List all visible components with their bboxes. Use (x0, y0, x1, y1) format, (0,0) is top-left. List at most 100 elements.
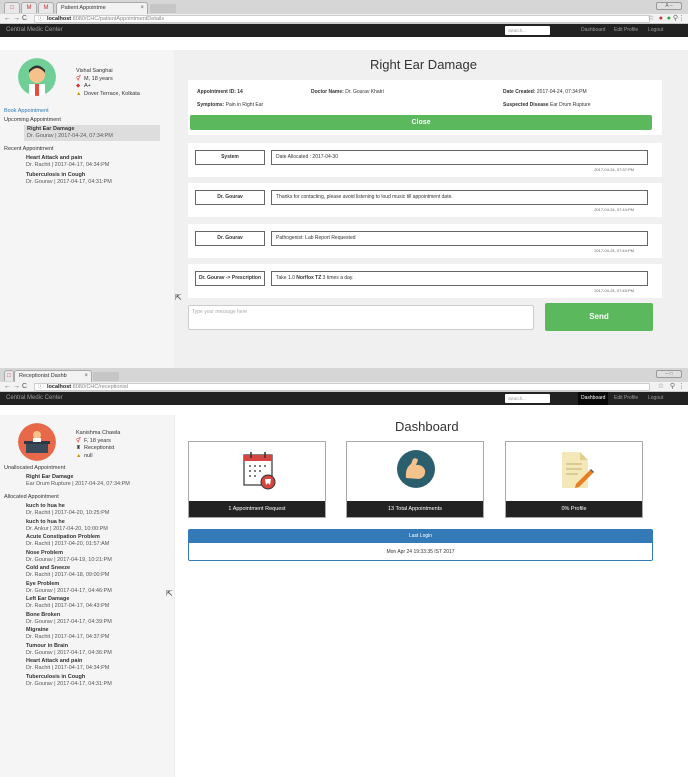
search-input[interactable]: Search... (505, 394, 550, 403)
star-icon[interactable]: ☆ (648, 14, 654, 24)
nav-edit-profile[interactable]: Edit Profile (614, 24, 638, 37)
appointment-sub: Dr. Gourav | 2017-04-17, 04:46:PM (26, 587, 112, 594)
nav-edit-profile[interactable]: Edit Profile (614, 392, 638, 405)
recent-appointment-item[interactable]: Tuberculosis in Cough Dr. Gourav | 2017-… (26, 172, 112, 186)
message-row: Dr. Gourav Pathogenist: Lab Report Reque… (188, 224, 662, 258)
allocated-appointment-item[interactable]: kuch to hua he Dr. Rachit | 2017-04-20, 1… (26, 503, 109, 517)
reload-icon[interactable]: C (22, 382, 27, 392)
send-button[interactable]: Send (545, 303, 653, 331)
browser-tab-active[interactable]: Patient Appointme × (56, 2, 148, 14)
suspected-disease: Ear Drum Rupture (549, 102, 591, 108)
book-appointment-link[interactable]: Book Appointment (4, 108, 49, 114)
back-icon[interactable]: ← (4, 382, 11, 392)
symptoms: Pain in Right Ear (225, 102, 264, 108)
message-sender: System (195, 150, 265, 165)
browser-tab-active[interactable]: Receptionist Dashb × (14, 370, 92, 382)
doctor-name: Dr. Gourav Khatri (345, 89, 384, 95)
menu-icon[interactable]: ⋮ (678, 382, 685, 392)
window-controls[interactable]: A – (656, 2, 682, 10)
total-appointments-card[interactable]: 13 Total Appointments (346, 441, 484, 518)
recent-appointment-item[interactable]: Heart Attack and pain Dr. Rachit | 2017-… (26, 155, 109, 169)
message-text: Pathogenist: Lab Report Requested (271, 231, 648, 246)
profile-role: Receptionist (84, 445, 115, 451)
brand[interactable]: Central Medic Center (6, 24, 63, 37)
appointment-title: Cold and Sneeze (26, 565, 71, 571)
profile-completion-card[interactable]: 0% Profile (505, 441, 643, 518)
forward-icon[interactable]: → (13, 382, 20, 392)
home-icon: ▲ (76, 90, 82, 97)
allocated-appointment-item[interactable]: Left Ear Damage Dr. Rachit | 2017-04-17, … (26, 596, 109, 610)
message-time: 2017-04-24, 07:44:PM (594, 207, 634, 212)
allocated-appointment-item[interactable]: Cold and Sneeze Dr. Rachit | 2017-04-18, … (26, 565, 109, 579)
message-text: Date Allocated : 2017-04-30 (271, 150, 648, 165)
appointment-sub: Dr. Rachit | 2017-04-20, 01:57:AM (26, 541, 110, 547)
allocated-appointment-item[interactable]: Nose Problem Dr. Gourav | 2017-04-19, 10:… (26, 550, 112, 564)
nav-logout[interactable]: Logout (648, 392, 663, 405)
gmail-tab[interactable]: M (21, 2, 37, 13)
appointment-title: kuch to hua he (26, 518, 65, 525)
gender-icon: ⚥ (76, 437, 81, 444)
pinned-tab[interactable]: □ (4, 370, 14, 381)
doctor-avatar (18, 58, 56, 96)
window-controls[interactable]: – □ (656, 370, 682, 378)
menu-icon[interactable]: ⋮ (678, 14, 685, 24)
new-tab-button[interactable] (93, 372, 119, 381)
receptionist-avatar (18, 423, 56, 461)
app-navbar: Central Medic Center Search... Dashboard… (0, 24, 688, 37)
url-input[interactable]: ⓘ localhost:8080/CHC/patientAppointmentD… (34, 15, 650, 23)
message-text: Take 1.0 Norflox TZ 3 times a day. (271, 271, 648, 286)
profile-info: Vishal Sanghai ⚥ M, 18 years ◆ A+ ▲ Dover T… (76, 68, 140, 98)
brand[interactable]: Central Medic Center (6, 392, 63, 405)
appointment-id-label: Appointment ID: (197, 89, 236, 95)
extension-icon[interactable]: ● (659, 14, 663, 24)
forward-icon[interactable]: → (13, 14, 20, 24)
extension-icon-2[interactable]: ● (667, 14, 671, 24)
allocated-appointment-item[interactable]: Tuberculosis in Cough Dr. Gourav | 2017-0… (26, 674, 112, 688)
appointment-sub: Dr. Rachit | 2017-04-17, 04:34:PM (26, 162, 110, 168)
appointment-sub: Dr. Rachit | 2017-04-20, 10:25:PM (26, 510, 110, 516)
allocated-appointment-item[interactable]: Migraine Dr. Rachit | 2017-04-17, 04:37:P… (26, 627, 109, 641)
address-bar-row: ← → C ⓘ localhost:8080/CHC/patientAppoin… (0, 14, 688, 24)
allocated-appointment-item[interactable]: kuch to hua he Dr. Ankur | 2017-04-20, 10… (26, 519, 108, 533)
allocated-appointment-item[interactable]: Acute Constipation Problem Dr. Rachit | 2… (26, 534, 109, 548)
allocated-appointment-item[interactable]: Bone Broken Dr. Gourav | 2017-04-17, 04:3… (26, 612, 112, 626)
appointment-sub: Dr. Rachit | 2017-04-18, 09:00:PM (26, 572, 110, 578)
gmail-tab-2[interactable]: M (38, 2, 54, 13)
unallocated-appointment-item[interactable]: Right Ear Damage Ear Drum Rupture | 2017… (26, 474, 130, 488)
appointment-request-card[interactable]: 1 Appointment Request (188, 441, 326, 518)
allocated-appointment-item[interactable]: Heart Attack and pain Dr. Rachit | 2017-0… (26, 658, 109, 672)
receptionist-dashboard-screen: □ Receptionist Dashb × – □ ← → C ⓘ local… (0, 368, 688, 777)
back-icon[interactable]: ← (4, 14, 11, 24)
search-input[interactable]: Search... (505, 26, 550, 35)
tab-title: Receptionist Dashb (19, 373, 67, 379)
appointment-title: Tumour in Brain (26, 642, 69, 649)
pinned-tab[interactable]: □ (4, 2, 20, 13)
date-created: 2017-04-24, 07:34:PM (536, 89, 587, 95)
close-button[interactable]: Close (190, 115, 652, 130)
message-sender: Dr. Gourav (195, 190, 265, 205)
unallocated-heading: Unallocated Appointment (4, 465, 66, 471)
appointment-sub: Ear Drum Rupture | 2017-04-24, 07:34:PM (26, 481, 130, 487)
allocated-appointment-item[interactable]: Eye Problem Dr. Gourav | 2017-04-17, 04:4… (26, 581, 112, 595)
nav-dashboard[interactable]: Dashboard (578, 392, 609, 405)
url-path: :8080/CHC/patientAppointmentDetails (71, 16, 165, 22)
appointment-title: Heart Attack and pain (26, 658, 83, 664)
sidebar: Vishal Sanghai ⚥ M, 18 years ◆ A+ ▲ Dover T… (0, 50, 175, 368)
message-time: 2017-04-24, 07:44:PM (594, 248, 634, 253)
profile-info: Kanishma Chawla ⚥ F, 18 years ♜ Receptioni… (76, 430, 120, 460)
dashboard-main: Dashboard 1 Appointment Request 13 Total… (175, 415, 688, 777)
nav-dashboard[interactable]: Dashboard (581, 24, 605, 37)
reload-icon[interactable]: C (22, 14, 27, 24)
new-tab-button[interactable] (150, 4, 176, 13)
mouse-cursor-icon: ⇱ (166, 589, 173, 598)
star-icon[interactable]: ☆ (658, 382, 664, 392)
nav-logout[interactable]: Logout (648, 24, 663, 37)
url-input[interactable]: ⓘ localhost:8080/CHC/receptionist (34, 383, 650, 391)
allocated-appointment-item[interactable]: Tumour in Brain Dr. Gourav | 2017-04-17, … (26, 643, 112, 657)
info-icon: ⓘ (38, 384, 44, 390)
close-tab-icon[interactable]: × (84, 371, 88, 382)
pin-icon[interactable]: ⚲ (670, 382, 675, 392)
message-input[interactable]: Type your message here (188, 305, 534, 330)
close-tab-icon[interactable]: × (140, 3, 144, 14)
upcoming-appointment-item[interactable]: Right Ear Damage Dr. Gourav | 2017-04-24… (24, 125, 160, 141)
